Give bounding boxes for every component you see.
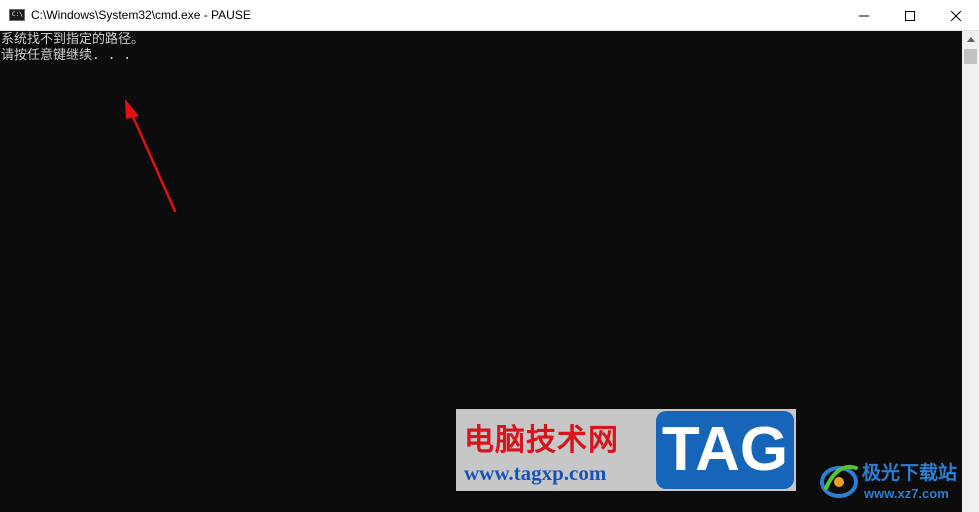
vertical-scrollbar[interactable] (962, 31, 979, 512)
watermark-url: www.tagxp.com (464, 461, 607, 485)
maximize-icon (905, 10, 915, 21)
watermark-xz7: 极光下载站 www.xz7.com (818, 456, 978, 508)
close-button[interactable] (933, 0, 979, 31)
window-title: C:\Windows\System32\cmd.exe - PAUSE (31, 8, 251, 22)
aurora-logo-icon (820, 465, 858, 498)
minimize-button[interactable] (841, 0, 887, 31)
tag-badge-text: TAG (661, 415, 789, 484)
watermark-title: 电脑技术网 (464, 423, 619, 458)
title-bar[interactable]: C:\ C:\Windows\System32\cmd.exe - PAUSE (0, 0, 979, 31)
minimize-icon (859, 15, 869, 16)
watermark-tagxp: 电脑技术网 www.tagxp.com TAG (456, 409, 796, 491)
maximize-button[interactable] (887, 0, 933, 31)
watermark-title: 极光下载站 (862, 462, 958, 484)
console-icon[interactable]: C:\ (9, 9, 25, 21)
console-line: 系统找不到指定的路径。 (1, 32, 145, 47)
scroll-up-button[interactable] (962, 31, 979, 48)
arrow-icon (125, 99, 177, 213)
scroll-thumb[interactable] (964, 49, 977, 64)
console-line: 请按任意键继续. . . (1, 48, 132, 63)
watermark-url: www.xz7.com (864, 486, 949, 501)
close-icon (951, 10, 961, 21)
tag-badge: TAG (656, 411, 794, 489)
console-icon-text: C:\ (12, 11, 23, 18)
scroll-up-icon (966, 37, 975, 42)
